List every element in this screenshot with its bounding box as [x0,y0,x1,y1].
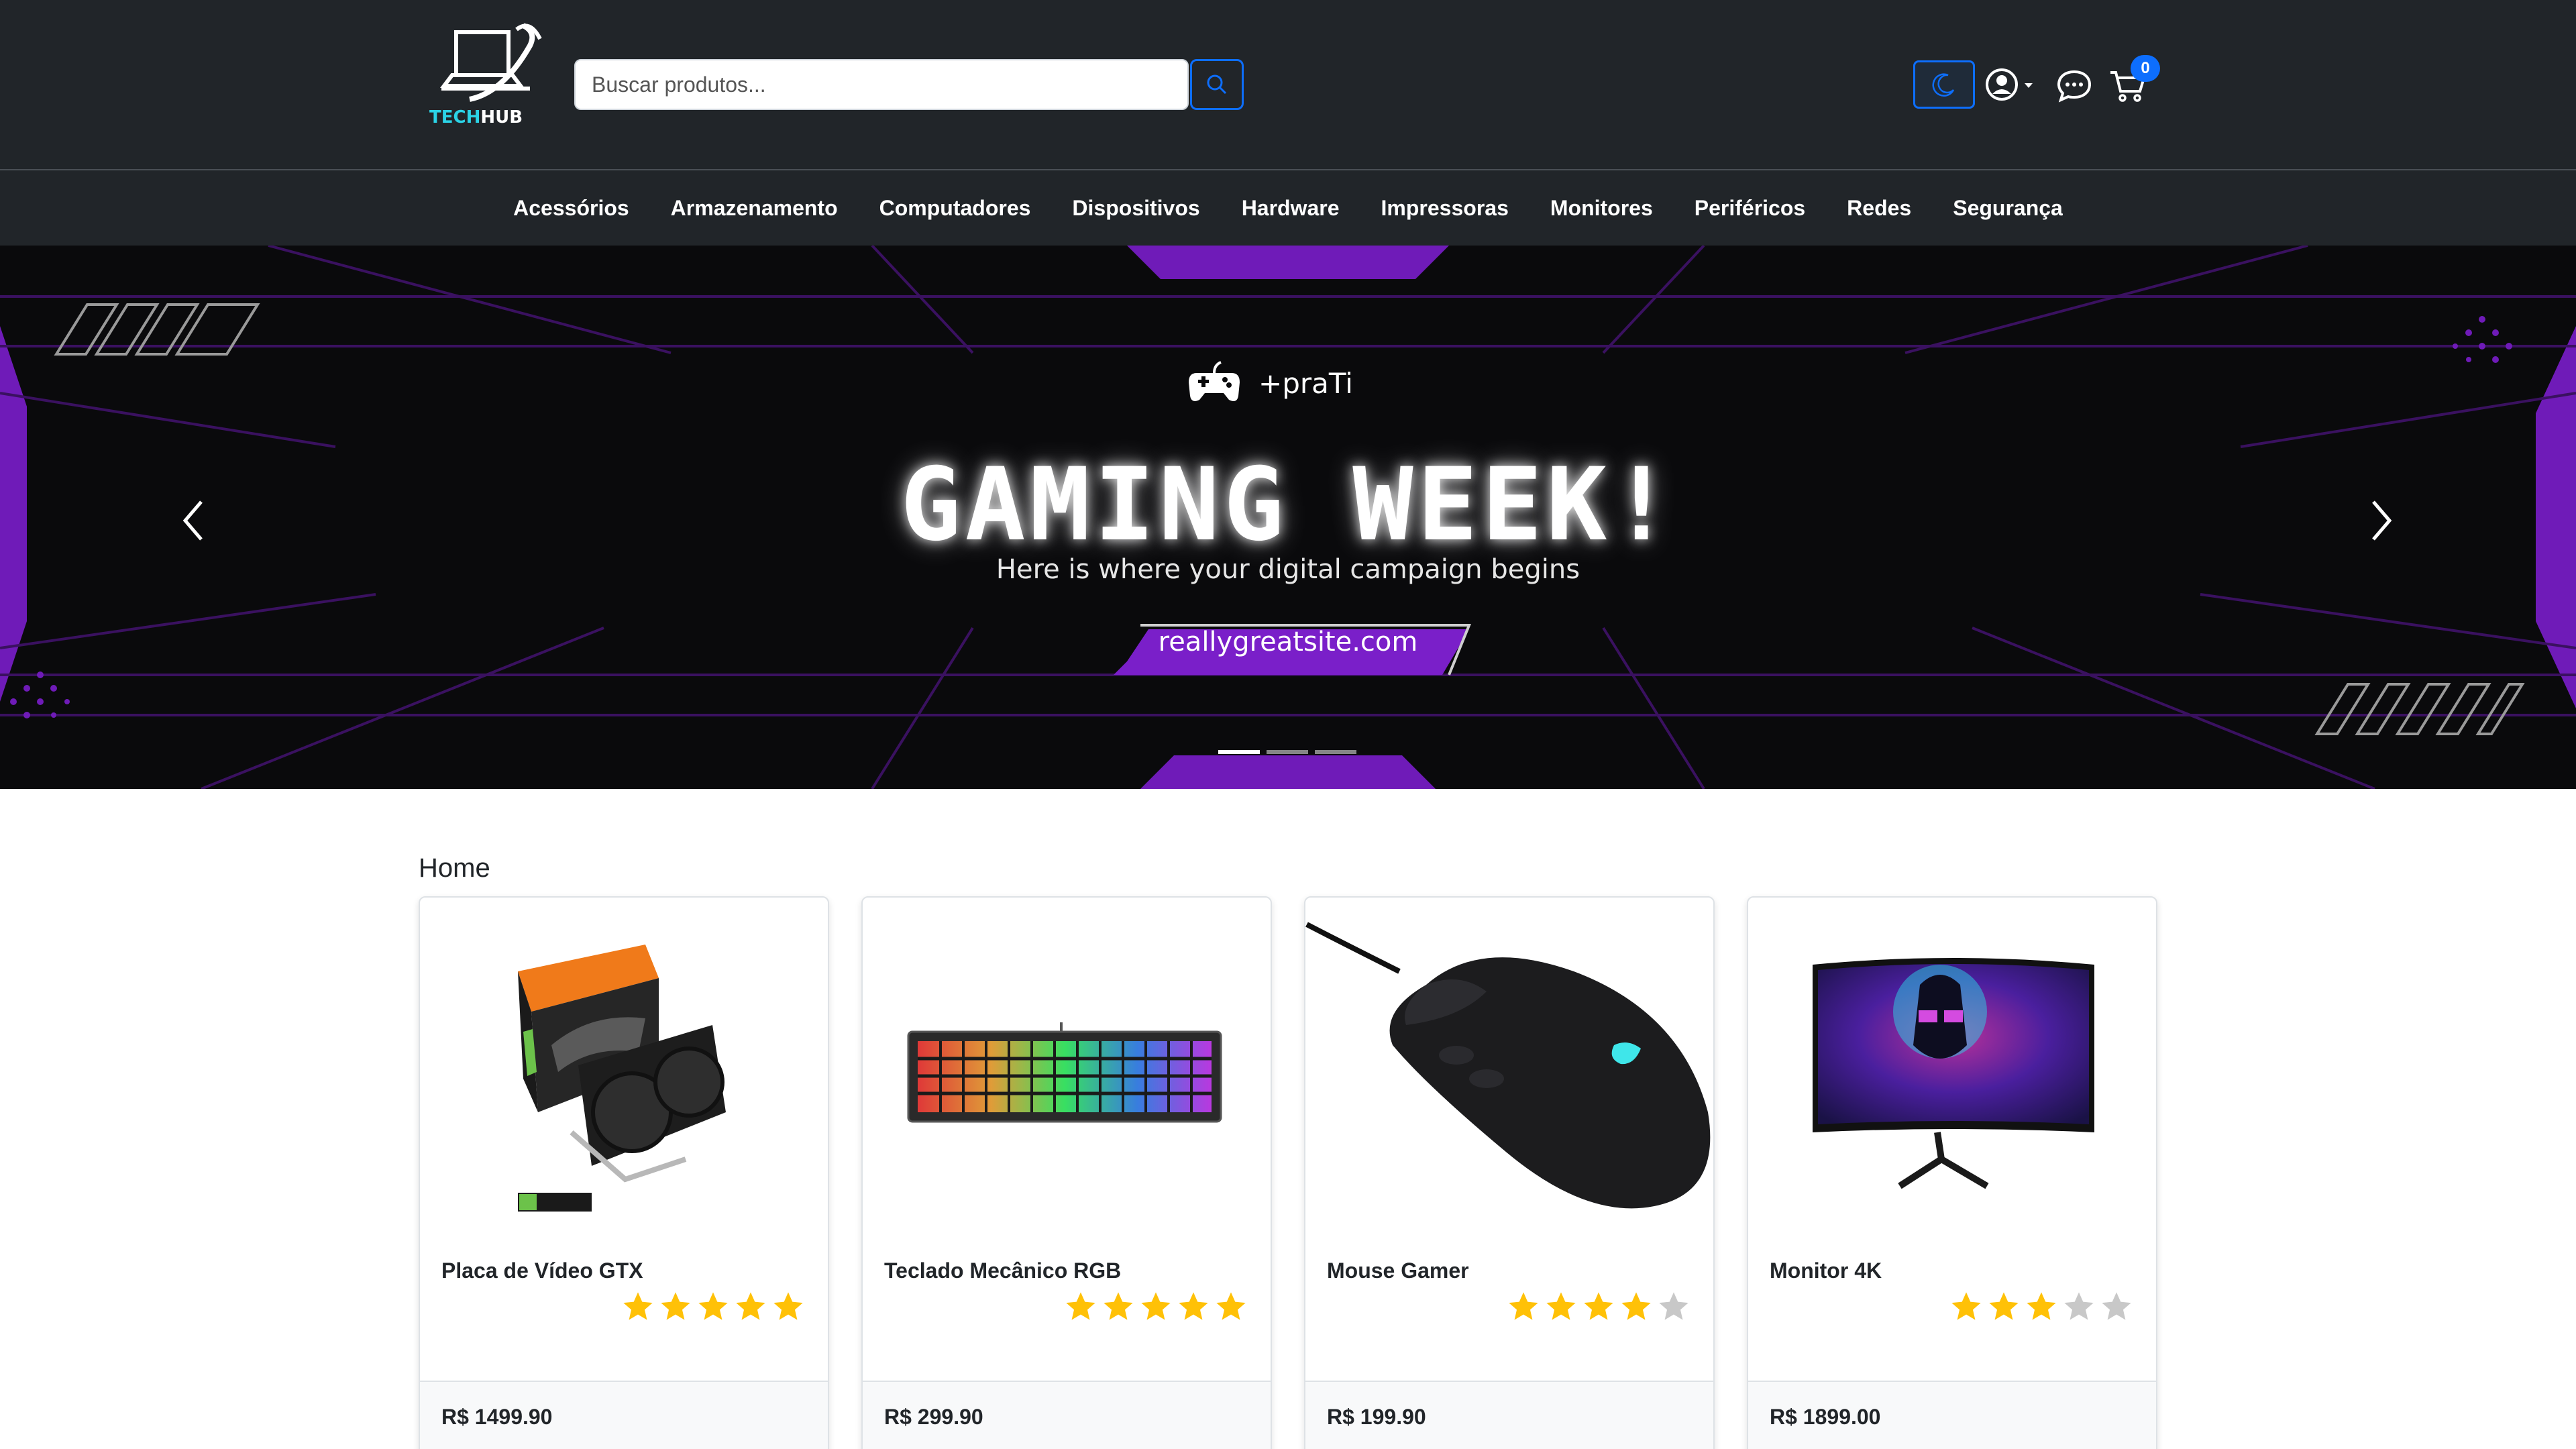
search-icon [1207,74,1227,95]
star-empty-icon [1659,1292,1688,1320]
star-filled-icon [1104,1292,1133,1320]
category-link-monitores[interactable]: Monitores [1550,196,1653,221]
product-image[interactable] [420,911,828,1226]
category-link-hardware[interactable]: Hardware [1242,196,1340,221]
hero-url-link[interactable]: reallygreatsite.com [0,627,2576,657]
theme-toggle-button[interactable] [1913,60,1975,109]
product-card[interactable]: Teclado Mecânico RGB R$ 299.90 [861,896,1272,1449]
top-header: TECHHUB Buscar produtos... 0 [0,0,2576,169]
chevron-left-icon [182,500,203,541]
product-price: R$ 299.90 [884,1405,983,1429]
chevron-right-icon [2372,500,2392,541]
carousel-indicators [1218,750,1363,754]
chat-icon [2057,70,2092,103]
hero-title: GAMING WEEK! [900,447,1676,564]
category-link-dispositivos[interactable]: Dispositivos [1072,196,1199,221]
star-filled-icon [1509,1292,1538,1320]
search-button[interactable] [1190,59,1244,110]
category-link-perifericos[interactable]: Periféricos [1695,196,1805,221]
category-link-impressoras[interactable]: Impressoras [1381,196,1509,221]
techhub-logo[interactable]: TECHHUB [429,19,543,133]
star-filled-icon [736,1292,765,1320]
star-filled-icon [1066,1292,1095,1320]
logo-wordmark: TECHHUB [429,107,523,127]
category-nav: Acessórios Armazenamento Computadores Di… [0,169,2576,246]
laptop-logo-icon [440,23,542,102]
category-link-acessorios[interactable]: Acessórios [513,196,629,221]
product-price: R$ 199.90 [1327,1405,1426,1429]
product-image[interactable] [1748,911,2156,1226]
search-input[interactable] [574,59,1189,110]
product-rating [1504,1289,1692,1324]
star-empty-icon [2064,1292,2094,1320]
carousel-indicator-1[interactable] [1218,750,1260,754]
product-card[interactable]: Monitor 4K R$ 1899.00 [1747,896,2157,1449]
gaming-mouse-image [1305,922,1711,1209]
curved-monitor-image [1813,958,2094,1189]
hero-subtitle: Here is where your digital campaign begi… [996,554,1580,585]
product-price: R$ 1899.00 [1770,1405,1881,1429]
carousel-next-button[interactable] [2348,487,2415,554]
product-rating [1947,1289,2135,1324]
star-filled-icon [1546,1292,1576,1320]
cart-count-badge: 0 [2131,55,2160,82]
rgb-keyboard-image [907,1022,1222,1123]
star-filled-icon [661,1292,690,1320]
star-filled-icon [623,1292,653,1320]
product-name[interactable]: Placa de Vídeo GTX [441,1258,643,1283]
category-link-armazenamento[interactable]: Armazenamento [671,196,838,221]
page-root: TECHHUB Buscar produtos... 0 Acessórios … [0,0,2576,1449]
product-card[interactable]: Mouse Gamer R$ 199.90 [1304,896,1715,1449]
gamepad-icon [1189,361,1240,401]
star-empty-icon [2102,1292,2131,1320]
carousel-indicator-3[interactable] [1315,750,1356,754]
carousel-indicator-2[interactable] [1267,750,1308,754]
moon-icon [1932,73,1955,97]
category-link-seguranca[interactable]: Segurança [1953,196,2063,221]
product-name[interactable]: Mouse Gamer [1327,1258,1469,1283]
star-filled-icon [1216,1292,1246,1320]
graphics-card-image [518,945,726,1212]
product-image[interactable] [1305,911,1713,1226]
product-rating [1061,1289,1249,1324]
product-image[interactable] [863,911,1271,1226]
star-filled-icon [1951,1292,1981,1320]
user-menu-button[interactable] [1984,64,2038,105]
product-rating [619,1289,806,1324]
user-circle-icon [1986,68,2033,101]
product-price: R$ 1499.90 [441,1405,553,1429]
hero-brand-text: +praTi [1258,366,1353,400]
product-name[interactable]: Teclado Mecânico RGB [884,1258,1121,1283]
star-filled-icon [1621,1292,1651,1320]
hero-carousel: +praTi GAMING WEEK! Here is where your d… [0,246,2576,789]
hero-brand: +praTi [1187,353,1353,413]
chat-button[interactable] [2053,64,2096,107]
carousel-prev-button[interactable] [160,487,227,554]
star-filled-icon [1179,1292,1208,1320]
star-filled-icon [1584,1292,1613,1320]
star-filled-icon [1141,1292,1171,1320]
star-filled-icon [2027,1292,2056,1320]
category-link-redes[interactable]: Redes [1847,196,1911,221]
product-card[interactable]: Placa de Vídeo GTX R$ 1499.90 [419,896,829,1449]
breadcrumb[interactable]: Home [419,853,490,883]
category-link-computadores[interactable]: Computadores [879,196,1031,221]
star-filled-icon [773,1292,803,1320]
star-filled-icon [698,1292,728,1320]
product-name[interactable]: Monitor 4K [1770,1258,1882,1283]
star-filled-icon [1989,1292,2019,1320]
